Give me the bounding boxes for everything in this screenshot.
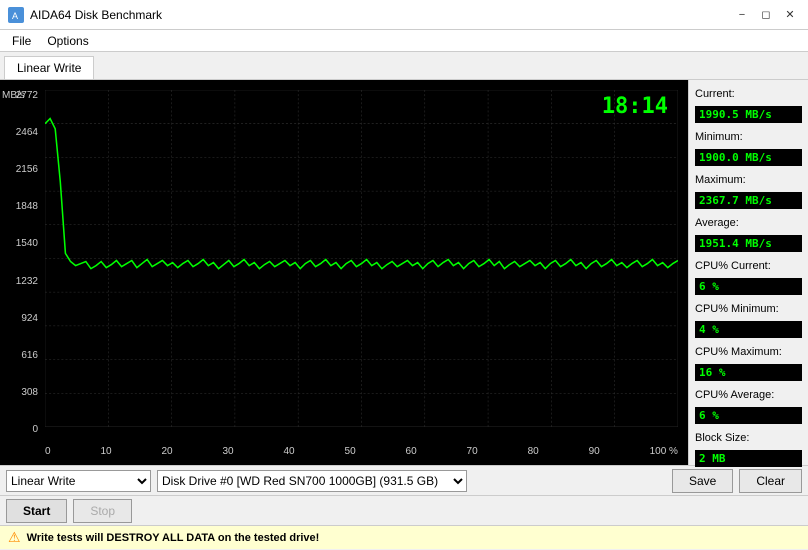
cpu-current-label: CPU% Current:	[695, 260, 802, 272]
stop-button[interactable]: Stop	[73, 499, 132, 523]
test-select[interactable]: Linear Write	[6, 470, 151, 492]
y-axis: 0 308 616 924 1232 1540 1848 2156 2464 2…	[2, 90, 42, 435]
bottom-controls: Linear Write Disk Drive #0 [WD Red SN700…	[0, 465, 808, 495]
x-label-10: 10	[100, 446, 111, 457]
average-value: 1951.4 MB/s	[695, 235, 802, 252]
x-label-50: 50	[345, 446, 356, 457]
y-label-2156: 2156	[2, 164, 42, 175]
titlebar-controls: − ◻ ✕	[732, 5, 800, 25]
x-label-80: 80	[528, 446, 539, 457]
x-label-40: 40	[284, 446, 295, 457]
y-label-2772: 2772	[2, 90, 42, 101]
minimize-button[interactable]: −	[732, 5, 752, 25]
y-label-1540: 1540	[2, 238, 42, 249]
tabbar: Linear Write	[0, 52, 808, 80]
app-icon: A	[8, 7, 24, 23]
warning-bar: ⚠ Write tests will DESTROY ALL DATA on t…	[0, 525, 808, 549]
titlebar: A AIDA64 Disk Benchmark − ◻ ✕	[0, 0, 808, 30]
menubar: File Options	[0, 30, 808, 52]
main-content: MB/s 18:14 0 308 616 924 1232 1540 1848 …	[0, 80, 808, 465]
y-label-0: 0	[2, 424, 42, 435]
warning-text: Write tests will DESTROY ALL DATA on the…	[27, 532, 320, 544]
y-label-1848: 1848	[2, 201, 42, 212]
x-label-70: 70	[467, 446, 478, 457]
close-button[interactable]: ✕	[780, 5, 800, 25]
start-button[interactable]: Start	[6, 499, 67, 523]
current-value: 1990.5 MB/s	[695, 106, 802, 123]
stats-panel: Current: 1990.5 MB/s Minimum: 1900.0 MB/…	[688, 80, 808, 465]
maximize-button[interactable]: ◻	[756, 5, 776, 25]
cpu-average-value: 6 %	[695, 407, 802, 424]
cpu-average-label: CPU% Average:	[695, 389, 802, 401]
y-label-616: 616	[2, 350, 42, 361]
titlebar-title: AIDA64 Disk Benchmark	[30, 8, 162, 22]
menu-file[interactable]: File	[4, 32, 39, 50]
y-label-308: 308	[2, 387, 42, 398]
svg-text:A: A	[12, 11, 18, 21]
x-label-20: 20	[161, 446, 172, 457]
block-size-label: Block Size:	[695, 432, 802, 444]
cpu-minimum-label: CPU% Minimum:	[695, 303, 802, 315]
x-label-0: 0	[45, 446, 51, 457]
current-label: Current:	[695, 88, 802, 100]
save-button[interactable]: Save	[672, 469, 733, 493]
block-size-value: 2 MB	[695, 450, 802, 467]
cpu-minimum-value: 4 %	[695, 321, 802, 338]
x-axis: 0 10 20 30 40 50 60 70 80 90 100 %	[45, 446, 678, 457]
cpu-maximum-value: 16 %	[695, 364, 802, 381]
start-stop-bar: Start Stop	[0, 495, 808, 525]
menu-options[interactable]: Options	[39, 32, 96, 50]
clear-button[interactable]: Clear	[739, 469, 802, 493]
tab-linear-write[interactable]: Linear Write	[4, 56, 94, 79]
x-label-90: 90	[589, 446, 600, 457]
chart-area: MB/s 18:14 0 308 616 924 1232 1540 1848 …	[0, 80, 688, 465]
maximum-value: 2367.7 MB/s	[695, 192, 802, 209]
maximum-label: Maximum:	[695, 174, 802, 186]
y-label-2464: 2464	[2, 127, 42, 138]
titlebar-left: A AIDA64 Disk Benchmark	[8, 7, 162, 23]
y-label-924: 924	[2, 313, 42, 324]
y-label-1232: 1232	[2, 276, 42, 287]
minimum-value: 1900.0 MB/s	[695, 149, 802, 166]
average-label: Average:	[695, 217, 802, 229]
minimum-label: Minimum:	[695, 131, 802, 143]
x-label-30: 30	[222, 446, 233, 457]
cpu-current-value: 6 %	[695, 278, 802, 295]
cpu-maximum-label: CPU% Maximum:	[695, 346, 802, 358]
x-label-60: 60	[406, 446, 417, 457]
drive-select[interactable]: Disk Drive #0 [WD Red SN700 1000GB] (931…	[157, 470, 467, 492]
x-label-100: 100 %	[650, 446, 678, 457]
chart-svg	[45, 90, 678, 427]
warning-icon: ⚠	[8, 529, 21, 546]
